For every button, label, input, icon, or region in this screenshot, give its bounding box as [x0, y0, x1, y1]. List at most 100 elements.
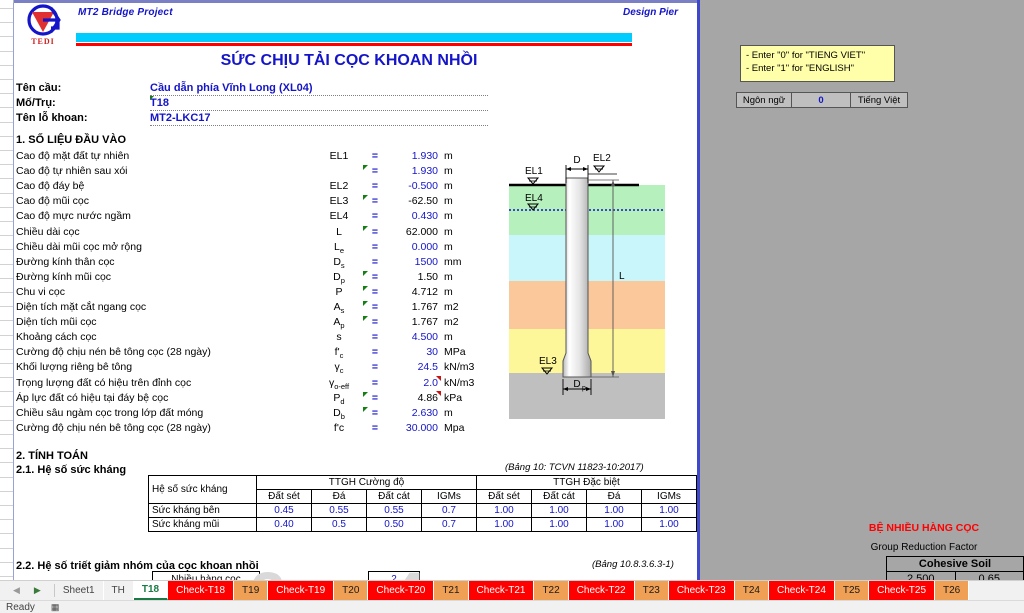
input-row: Chiều dài cọc L = 62.000 m — [16, 225, 496, 240]
input-row-unit: m — [444, 240, 453, 253]
input-row-symbol: Dp — [333, 270, 345, 285]
sheet-tab-check-t25[interactable]: Check-T25 — [869, 581, 936, 600]
tab-nav-buttons[interactable]: ◀ ▶ — [0, 581, 54, 600]
sheet-tab-t18[interactable]: T18 — [133, 581, 169, 600]
field-value-0[interactable]: Cầu dẫn phía Vĩnh Long (XL04) — [150, 82, 313, 94]
sheet-tab-t21[interactable]: T21 — [434, 581, 469, 600]
input-row-value[interactable]: 1.767 — [378, 301, 438, 313]
rf-subheader: Đất cát — [366, 489, 422, 504]
sheet-tab-t24[interactable]: T24 — [734, 581, 769, 600]
row-header-line — [0, 36, 14, 37]
worksheet-canvas[interactable]: TEDI MT2 Bridge Project Design Pier SỨC … — [0, 0, 700, 580]
sheet-tab-check-t21[interactable]: Check-T21 — [468, 581, 535, 600]
input-row-value[interactable]: 4.86 — [378, 392, 438, 404]
input-row-symbol: EL3 — [329, 195, 349, 208]
input-row-value[interactable]: -0.500 — [378, 180, 438, 192]
row-header-line — [0, 391, 14, 392]
rf-cell[interactable]: 0.40 — [256, 517, 312, 532]
row-header-line — [0, 150, 14, 151]
input-row-value[interactable]: 30.000 — [378, 422, 438, 434]
sheet-tab-t26[interactable]: T26 — [935, 581, 970, 600]
rf-cell[interactable]: 0.45 — [256, 503, 312, 518]
rf-cell[interactable]: 0.55 — [311, 503, 367, 518]
input-row-value[interactable]: 1.767 — [378, 316, 438, 328]
rf-cell[interactable]: 1.00 — [641, 517, 697, 532]
input-row-value[interactable]: 2.630 — [378, 407, 438, 419]
rf-cell[interactable]: 1.00 — [476, 517, 532, 532]
rf-cell[interactable]: 1.00 — [531, 503, 587, 518]
language-selector-row[interactable]: Ngôn ngữ 0 Tiếng Việt — [736, 92, 908, 108]
input-row-unit: m — [444, 150, 453, 162]
sheet-tab-check-t23[interactable]: Check-T23 — [668, 581, 735, 600]
row-header-line — [0, 79, 14, 80]
resistance-factor-table[interactable]: Hệ số sức kháng TTGH Cường độ TTGH Đặc b… — [148, 475, 697, 532]
input-row-label: Đường kính thân cọc — [16, 255, 115, 268]
input-row-unit: m — [444, 225, 453, 238]
accessibility-icon[interactable]: ▦ — [35, 602, 60, 613]
input-row-symbol: γc — [334, 361, 344, 376]
input-row-value[interactable]: 0.430 — [378, 210, 438, 222]
rf-cell[interactable]: 1.00 — [476, 503, 532, 518]
input-row-symbol: s — [336, 331, 342, 344]
input-row-unit: m — [444, 331, 453, 344]
input-row-value[interactable]: 2.0 — [378, 377, 438, 389]
row-header-line — [0, 505, 14, 506]
input-row-value[interactable]: 30 — [378, 346, 438, 358]
rf-cell[interactable]: 1.00 — [586, 503, 642, 518]
sheet-tab-t19[interactable]: T19 — [234, 581, 269, 600]
rf-cell[interactable]: 0.7 — [421, 503, 477, 518]
row-header-line — [0, 462, 14, 463]
window-top-border — [0, 0, 700, 3]
tab-nav-prev-icon[interactable]: ◀ — [6, 585, 27, 596]
rf-cell[interactable]: 1.00 — [641, 503, 697, 518]
input-row-value[interactable]: 1.930 — [378, 165, 438, 177]
rf-cell[interactable]: 1.00 — [531, 517, 587, 532]
rf-cell[interactable]: 0.55 — [366, 503, 422, 518]
rf-subheader: IGMs — [641, 489, 697, 504]
sheet-tab-check-t19[interactable]: Check-T19 — [268, 581, 335, 600]
sheet-tab-t25[interactable]: T25 — [834, 581, 870, 600]
sheet-tab-t22[interactable]: T22 — [534, 581, 569, 600]
input-row-label: Diện tích mặt cắt ngang cọc — [16, 301, 147, 313]
language-value-input[interactable]: 0 — [791, 92, 851, 108]
input-row-value[interactable]: 1500 — [378, 256, 438, 268]
input-row-value[interactable]: 4.712 — [378, 286, 438, 298]
sheet-tab-check-t18[interactable]: Check-T18 — [168, 581, 235, 600]
input-row-value[interactable]: -62.50 — [378, 195, 438, 207]
input-row-symbol: Ap — [333, 316, 345, 331]
input-row-label: Cao độ mũi cọc — [16, 195, 89, 208]
sheet-tab-check-t20[interactable]: Check-T20 — [368, 581, 435, 600]
rf-cell[interactable]: 1.00 — [586, 517, 642, 532]
sheet-tabs[interactable]: Sheet1 TH T18 Check-T18 T19 Check-T19 T20 Check… — [54, 581, 970, 600]
group-rows-box[interactable]: 2 — [368, 571, 420, 580]
sheet-tab-th[interactable]: TH — [103, 581, 134, 600]
cyan-rule — [76, 33, 632, 42]
sheet-tab-t23[interactable]: T23 — [634, 581, 669, 600]
input-row-label: Áp lực đất có hiệu tại đáy bệ cọc — [16, 391, 169, 404]
input-row-value[interactable]: 1.50 — [378, 271, 438, 283]
rf-cell[interactable]: 0.50 — [366, 517, 422, 532]
row-header-line — [0, 519, 14, 520]
input-row-unit: m — [444, 210, 453, 223]
sheet-tab-bar[interactable]: ◀ ▶ Sheet1 TH T18 Check-T18 T19 Check-T19 T20 C… — [0, 580, 1024, 600]
sheet-tab-check-t24[interactable]: Check-T24 — [768, 581, 835, 600]
rf-cell[interactable]: 0.5 — [311, 517, 367, 532]
svg-text:EL4: EL4 — [525, 193, 543, 204]
input-row-value[interactable]: 1.930 — [378, 150, 438, 162]
sheet-tab-t20[interactable]: T20 — [334, 581, 369, 600]
input-row-value[interactable]: 4.500 — [378, 331, 438, 343]
sheet-tab-check-t22[interactable]: Check-T22 — [568, 581, 635, 600]
input-row-value[interactable]: 24.5 — [378, 361, 438, 373]
input-row-value[interactable]: 62.000 — [378, 226, 438, 238]
input-row-value[interactable]: 0.000 — [378, 241, 438, 253]
input-row-unit: m — [444, 406, 453, 419]
rf-cell[interactable]: 0.7 — [421, 517, 477, 532]
language-hint-line2: - Enter "1" for "ENGLISH" — [746, 63, 854, 74]
field-value-2[interactable]: MT2-LKC17 — [150, 112, 211, 124]
input-row-symbol: Ds — [333, 255, 345, 270]
tab-nav-next-icon[interactable]: ▶ — [27, 585, 48, 596]
input-row: Áp lực đất có hiệu tại đáy bệ cọc Pd = 4.86… — [16, 390, 496, 406]
sheet-tab-sheet1[interactable]: Sheet1 — [54, 581, 104, 600]
group-type-box[interactable]: Nhiều hàng cọc — [152, 571, 260, 580]
row-header-line — [0, 335, 14, 336]
